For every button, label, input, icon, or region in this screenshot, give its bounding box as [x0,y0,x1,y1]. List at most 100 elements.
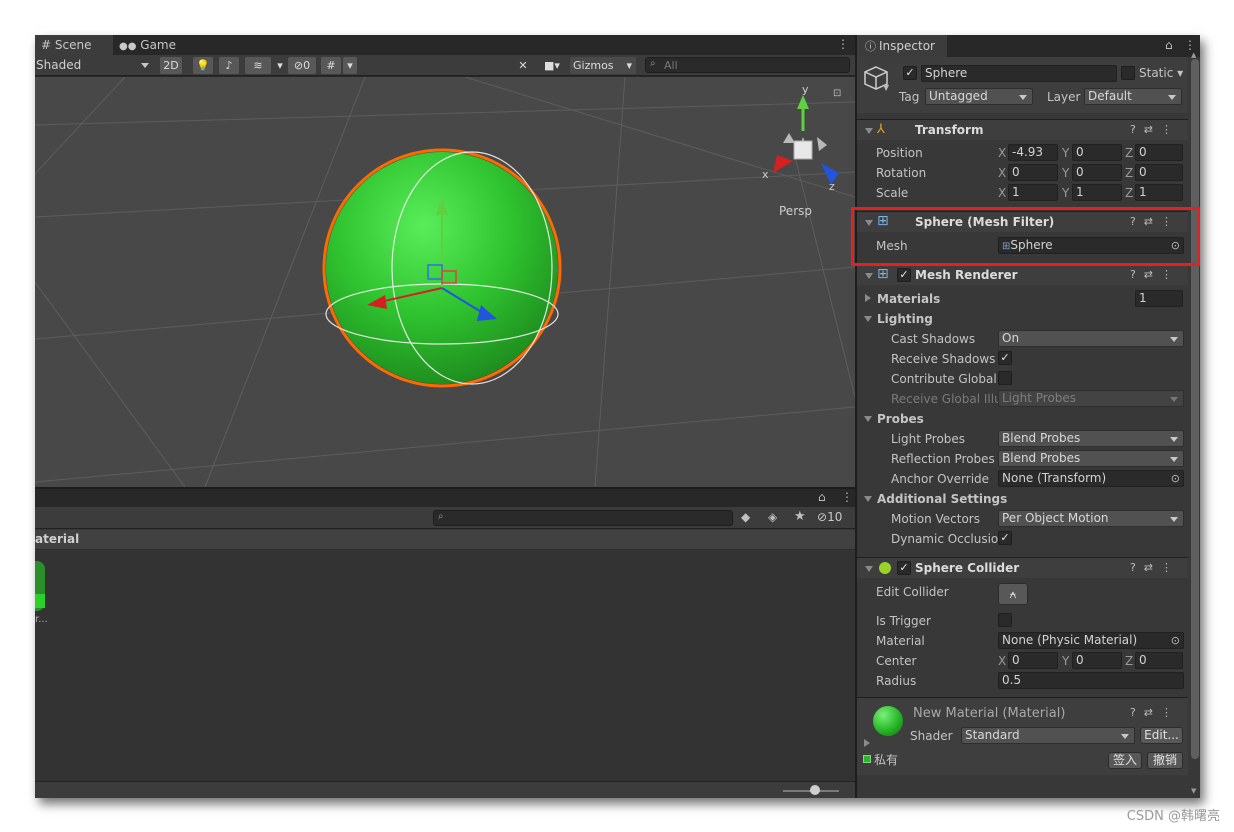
checkin-button[interactable]: 签入 [1108,752,1142,769]
object-picker-icon[interactable]: ⊙ [1171,633,1180,648]
chevron-down-icon[interactable]: ▼ [883,83,889,92]
dynamic-occlusion-checkbox[interactable]: ✓ [998,531,1012,545]
scene-more-icon[interactable]: ⋮ [837,37,849,51]
probes-foldout[interactable]: Probes [877,412,924,426]
shading-dropdown[interactable]: Shaded [35,57,155,74]
filter-type-icon[interactable]: ◆ [741,510,750,524]
component-header-icons[interactable]: ?⇄⋮ [1130,123,1180,136]
tab-inspector[interactable]: ⓘ Inspector [857,35,947,57]
scale-y-field[interactable]: 1 [1072,184,1122,201]
mesh-renderer-header[interactable]: ⊞ ✓ Mesh Renderer ?⇄⋮ [857,264,1188,285]
axis-y-label: Y [1062,186,1070,200]
lighting-foldout[interactable]: Lighting [877,312,933,326]
lock-icon[interactable]: ⌂ [818,490,826,504]
lock-icon[interactable]: ⌂ [1165,38,1173,52]
object-name-field[interactable]: Sphere [921,65,1117,82]
motion-vectors-dropdown[interactable]: Per Object Motion [998,510,1184,527]
center-z-field[interactable]: 0 [1135,652,1183,669]
edit-shader-button[interactable]: Edit... [1140,727,1183,744]
mode-2d-button[interactable]: 2D [160,57,182,74]
effects-toggle-icon[interactable]: ≋ [245,57,271,74]
component-header-icons[interactable]: ?⇄⋮ [1130,561,1180,574]
rotation-z-field[interactable]: 0 [1135,164,1183,181]
position-z-field[interactable]: 0 [1135,144,1183,161]
lock-icon[interactable]: ⊡ [833,88,841,99]
grid-dropdown-icon[interactable]: ▾ [343,57,357,74]
additional-settings-foldout[interactable]: Additional Settings [877,492,1007,506]
hidden-objects-toggle[interactable]: ⊘0 [288,57,316,74]
static-checkbox[interactable] [1121,66,1135,80]
scroll-up-icon[interactable]: ▲ [1191,51,1196,59]
fold-arrow-icon[interactable] [865,566,873,572]
star-icon[interactable]: ★ [794,509,806,524]
physic-material-field[interactable]: None (Physic Material) ⊙ [998,632,1184,649]
component-header-icons[interactable]: ?⇄⋮ [1130,268,1180,281]
persp-label[interactable]: Persp [779,204,812,218]
inspector-more-icon[interactable]: ⋮ [1184,38,1196,52]
effects-dropdown-icon[interactable]: ▾ [275,57,285,74]
active-checkbox[interactable]: ✓ [903,66,917,80]
rotation-x-field[interactable]: 0 [1008,164,1058,181]
fold-arrow-icon[interactable] [864,416,872,422]
light-probes-dropdown[interactable]: Blend Probes [998,430,1184,447]
tab-scene[interactable]: # Scene [35,35,113,55]
axis-z-label: Z [1125,166,1134,180]
scale-x-field[interactable]: 1 [1008,184,1058,201]
zoom-slider-handle[interactable] [810,785,820,795]
fold-arrow-icon[interactable] [865,273,873,279]
project-search-input[interactable]: ⌕ [433,510,733,526]
transform-header[interactable]: ⅄ Transform ?⇄⋮ [857,119,1188,140]
shader-dropdown[interactable]: Standard [961,727,1135,744]
inspector-scrollbar[interactable] [1191,59,1199,759]
tab-game[interactable]: ●● Game [113,35,183,55]
layer-dropdown[interactable]: Default [1084,88,1182,105]
radius-field[interactable]: 0.5 [998,672,1184,689]
hidden-packages-toggle[interactable]: ⊘10 [817,510,842,524]
label-icon[interactable]: ◈ [768,510,777,524]
sphere-collider-header[interactable]: ✓ Sphere Collider ?⇄⋮ [857,557,1188,578]
lighting-toggle-icon[interactable]: 💡 [193,57,213,74]
object-picker-icon[interactable]: ⊙ [1171,471,1180,486]
tag-dropdown[interactable]: Untagged [925,88,1033,105]
component-header-icons[interactable]: ?⇄⋮ [1130,706,1180,719]
is-trigger-checkbox[interactable] [998,613,1012,627]
materials-foldout[interactable]: Materials [877,292,940,306]
rotation-y-field[interactable]: 0 [1072,164,1122,181]
contribute-gi-checkbox[interactable] [998,371,1012,385]
fold-arrow-icon[interactable] [864,496,872,502]
receive-shadows-checkbox[interactable]: ✓ [998,351,1012,365]
scroll-down-icon[interactable]: ▼ [1191,787,1196,795]
edit-collider-button[interactable]: ⍲ [998,583,1028,605]
receive-gi-dropdown[interactable]: Light Probes [998,390,1184,407]
center-y-field[interactable]: 0 [1072,652,1122,669]
scene-search-input[interactable]: ⌕ All [645,57,850,73]
project-more-icon[interactable]: ⋮ [841,490,853,504]
scale-z-field[interactable]: 1 [1135,184,1183,201]
gizmos-dropdown[interactable]: Gizmos ▾ [570,57,636,74]
grid-toggle-icon[interactable]: # [321,57,341,74]
anchor-override-field[interactable]: None (Transform) ⊙ [998,470,1184,487]
cast-shadows-dropdown[interactable]: On [998,330,1184,347]
left-panels: # Scene ●● Game ⋮ Shaded 2D 💡 ♪ ≋ ▾ ⊘0 #… [35,35,855,798]
sphere-collider-enabled-checkbox[interactable]: ✓ [897,561,911,575]
fold-arrow-icon[interactable] [864,316,872,322]
scene-viewport[interactable]: y x z Persp ⊡ [35,77,855,487]
fold-arrow-icon[interactable] [865,294,871,302]
materials-size-field[interactable]: 1 [1135,290,1183,307]
chevron-down-icon [1170,517,1178,522]
orientation-gizmo[interactable] [773,95,839,185]
center-x-field[interactable]: 0 [1008,652,1058,669]
reflection-probes-dropdown[interactable]: Blend Probes [998,450,1184,467]
mesh-renderer-enabled-checkbox[interactable]: ✓ [897,268,911,282]
fold-arrow-icon[interactable] [864,739,870,747]
axis-z-label: Z [1125,146,1134,160]
undo-button[interactable]: 撤销 [1147,752,1183,769]
camera-icon[interactable]: ■▾ [537,57,567,74]
static-dropdown[interactable]: Static ▾ [1139,66,1183,80]
fold-arrow-icon[interactable] [865,128,873,134]
tools-icon[interactable]: ✕ [513,57,533,74]
audio-toggle-icon[interactable]: ♪ [219,57,239,74]
inspector-panel: ⓘ Inspector ⌂ ⋮ ▼ ✓ Sphere Static ▾ Tag … [855,35,1200,798]
position-y-field[interactable]: 0 [1072,144,1122,161]
position-x-field[interactable]: -4.93 [1008,144,1058,161]
